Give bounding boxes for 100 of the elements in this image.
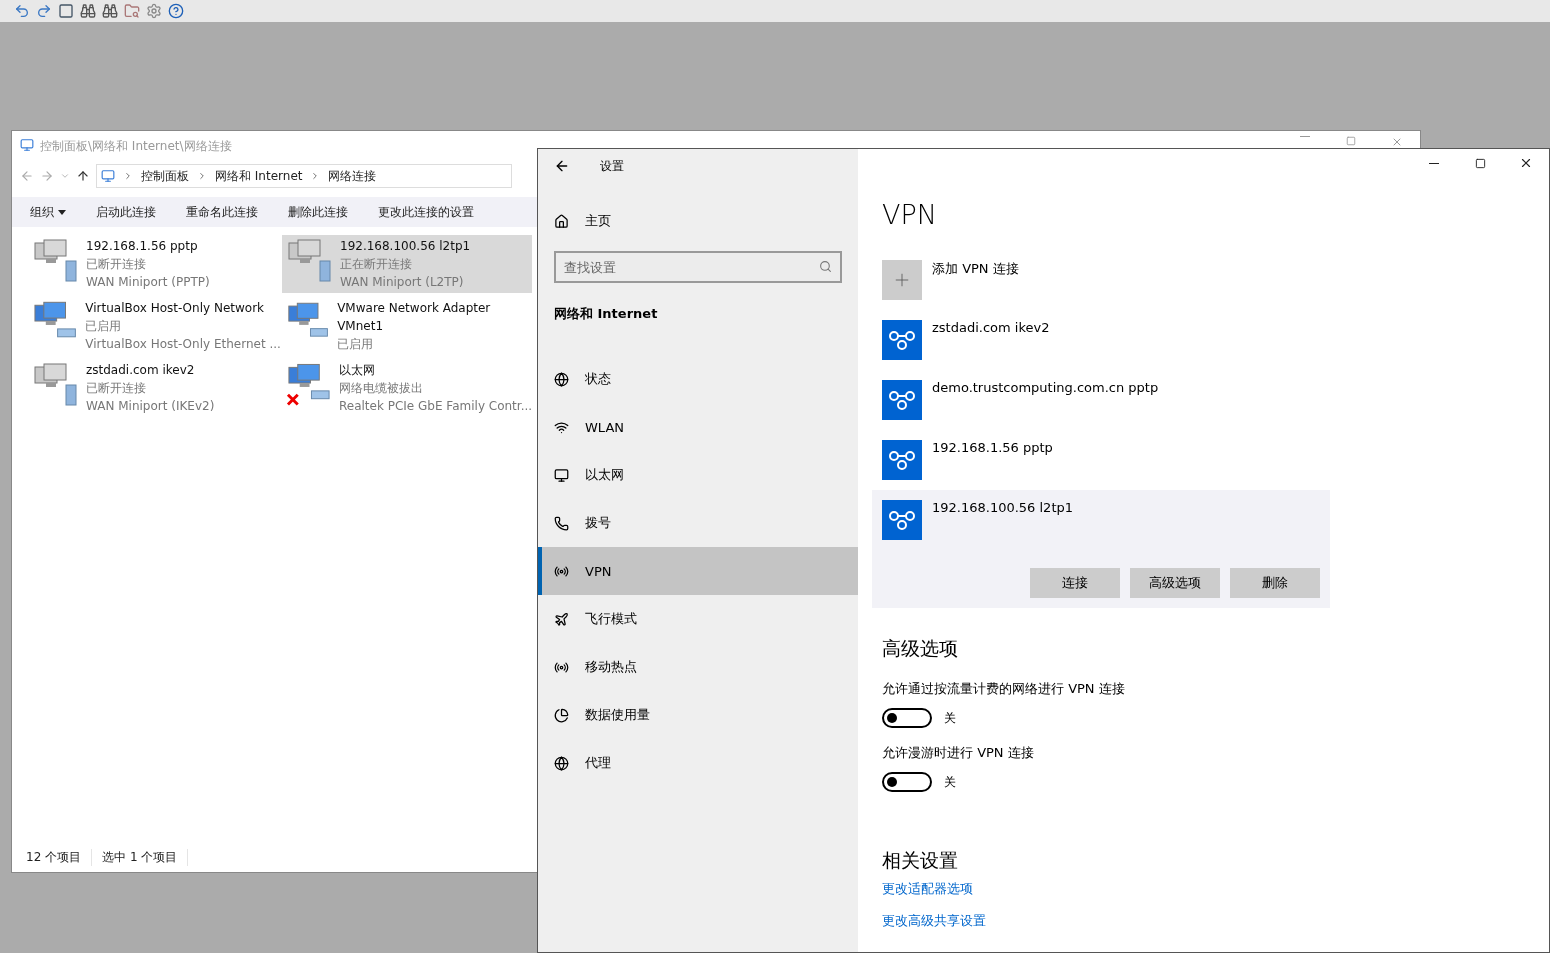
nav-item[interactable]: 拨号 <box>538 499 858 547</box>
breadcrumb-item[interactable]: 控制面板 <box>141 167 189 185</box>
control-panel-icon <box>101 169 115 183</box>
minimize-icon <box>1429 162 1439 164</box>
section-heading: 相关设置 <box>882 848 959 873</box>
search-icon <box>819 260 832 273</box>
back-icon[interactable] <box>554 158 570 174</box>
vpn-name: zstdadi.com ikev2 <box>932 320 1050 337</box>
chevron-right-icon <box>197 171 207 181</box>
connection-device: WAN Miniport (L2TP) <box>340 274 465 291</box>
connection-name: VMware Network Adapter VMnet1 <box>337 300 492 335</box>
connection-item[interactable]: 以太网 网络电缆被拔出 Realtek PCIe GbE Family Contr... <box>282 359 532 417</box>
page-title: VPN <box>882 199 938 230</box>
maximize-icon <box>1346 136 1356 146</box>
connection-status: 已断开连接 <box>86 256 147 273</box>
vpn-name: 192.168.1.56 pptp <box>932 440 1053 457</box>
connection-item[interactable]: zstdadi.com ikev2 已断开连接 WAN Miniport (IKEv2) <box>28 359 282 417</box>
vpn-item[interactable]: 192.168.1.56 pptp <box>872 430 1330 490</box>
nav-item[interactable]: 数据使用量 <box>538 691 858 739</box>
nav-item[interactable]: 状态 <box>538 355 858 403</box>
section-heading: 高级选项 <box>882 636 959 661</box>
up-icon[interactable] <box>76 169 90 183</box>
nav-item[interactable]: 移动热点 <box>538 643 858 691</box>
toggle-label: 允许通过按流量计费的网络进行 VPN 连接 <box>882 680 1126 698</box>
address-bar[interactable]: 控制面板 网络和 Internet 网络连接 <box>96 164 512 188</box>
command-button[interactable]: 组织 <box>30 203 66 221</box>
forward-icon[interactable] <box>40 169 54 183</box>
binoculars-icon[interactable] <box>102 3 118 19</box>
settings-icon[interactable] <box>146 3 162 19</box>
action-button[interactable]: 删除 <box>1230 568 1320 598</box>
maximize-icon <box>1474 157 1486 169</box>
add-vpn-button[interactable]: 添加 VPN 连接 <box>872 260 1330 310</box>
folder-icon[interactable] <box>124 3 140 19</box>
pie-chart-icon <box>554 707 569 723</box>
toggle-switch[interactable] <box>882 772 932 792</box>
command-button[interactable]: 重命名此连接 <box>186 203 258 221</box>
connection-device: VirtualBox Host-Only Ethernet ... <box>85 336 278 353</box>
binoculars-icon[interactable] <box>80 3 96 19</box>
settings-link[interactable]: 更改适配器选项 <box>882 880 1549 898</box>
close-icon <box>1391 136 1403 148</box>
globe-icon <box>554 371 569 387</box>
vpn-name: 192.168.100.56 l2tp1 <box>932 500 1073 517</box>
monitor-icon <box>554 467 569 483</box>
vpn-name: demo.trustcomputing.com.cn pptp <box>932 380 1159 397</box>
nav-item[interactable]: VPN <box>538 547 858 595</box>
connection-status: 已断开连接 <box>86 380 147 397</box>
settings-link[interactable]: 更改高级共享设置 <box>882 912 1549 930</box>
connection-item[interactable]: VMware Network Adapter VMnet1 已启用 <box>282 297 532 355</box>
section-heading: 网络和 Internet <box>553 305 659 323</box>
breadcrumb-item[interactable]: 网络连接 <box>328 167 377 185</box>
command-button[interactable]: 删除此连接 <box>288 203 348 221</box>
connection-name: 192.168.100.56 l2tp1 <box>340 238 471 255</box>
status-text: 选中 1 个项目 <box>102 848 189 866</box>
window-title: 设置 <box>600 157 624 175</box>
phone-icon <box>554 515 569 531</box>
command-button[interactable]: 更改此连接的设置 <box>378 203 474 221</box>
home-icon <box>554 213 569 229</box>
close-icon <box>1519 156 1533 170</box>
action-button[interactable]: 高级选项 <box>1130 568 1220 598</box>
action-button[interactable]: 连接 <box>1030 568 1120 598</box>
minimize-icon <box>1300 136 1310 137</box>
vpn-item[interactable]: demo.trustcomputing.com.cn pptp <box>872 370 1330 430</box>
window-title: 控制面板\网络和 Internet\网络连接 <box>40 138 232 155</box>
vpn-item[interactable]: zstdadi.com ikev2 <box>872 310 1330 370</box>
connection-name: VirtualBox Host-Only Network <box>85 300 266 317</box>
connection-status: 已启用 <box>337 336 375 353</box>
nav-item[interactable]: 以太网 <box>538 451 858 499</box>
connection-status: 网络电缆被拔出 <box>339 380 424 397</box>
connection-name: 192.168.1.56 pptp <box>86 238 199 255</box>
toggle-label: 允许漫游时进行 VPN 连接 <box>882 744 1035 762</box>
toggle-state: 关 <box>944 773 956 791</box>
connection-name: 以太网 <box>339 362 376 379</box>
connection-status: 正在断开连接 <box>340 256 413 273</box>
status-text: 12 个项目 <box>26 848 93 866</box>
home-nav-item[interactable]: 主页 <box>538 197 858 245</box>
connection-device: WAN Miniport (PPTP) <box>86 274 210 291</box>
command-button[interactable]: 启动此连接 <box>96 203 156 221</box>
nav-item[interactable]: WLAN <box>538 403 858 451</box>
help-icon[interactable] <box>168 3 184 19</box>
toggle-switch[interactable] <box>882 708 932 728</box>
breadcrumb-item[interactable]: 网络和 Internet <box>215 167 303 185</box>
chevron-right-icon <box>123 171 133 181</box>
connection-device: WAN Miniport (IKEv2) <box>86 398 215 415</box>
connection-status: 已启用 <box>85 318 123 335</box>
globe-icon <box>554 755 569 771</box>
control-panel-icon <box>20 138 34 152</box>
airplane-icon <box>554 611 569 627</box>
toggle-state: 关 <box>944 709 956 727</box>
undo-icon[interactable] <box>14 3 30 19</box>
wifi-icon <box>554 419 569 435</box>
connection-item[interactable]: 192.168.100.56 l2tp1 正在断开连接 WAN Miniport (L2TP) <box>282 235 532 293</box>
connection-name: zstdadi.com ikev2 <box>86 362 196 379</box>
nav-item[interactable]: 代理 <box>538 739 858 787</box>
connection-item[interactable]: 192.168.1.56 pptp 已断开连接 WAN Miniport (PPTP) <box>28 235 282 293</box>
nav-item[interactable]: 飞行模式 <box>538 595 858 643</box>
redo-icon[interactable] <box>36 3 52 19</box>
connection-item[interactable]: VirtualBox Host-Only Network 已启用 VirtualBox Host-Only Ethernet ... <box>28 297 282 355</box>
vpn-item[interactable]: 192.168.100.56 l2tp1 连接 高级选项 删除 <box>872 490 1330 608</box>
plus-tile-icon <box>882 260 922 300</box>
search-field[interactable]: 查找设置 <box>554 251 842 283</box>
